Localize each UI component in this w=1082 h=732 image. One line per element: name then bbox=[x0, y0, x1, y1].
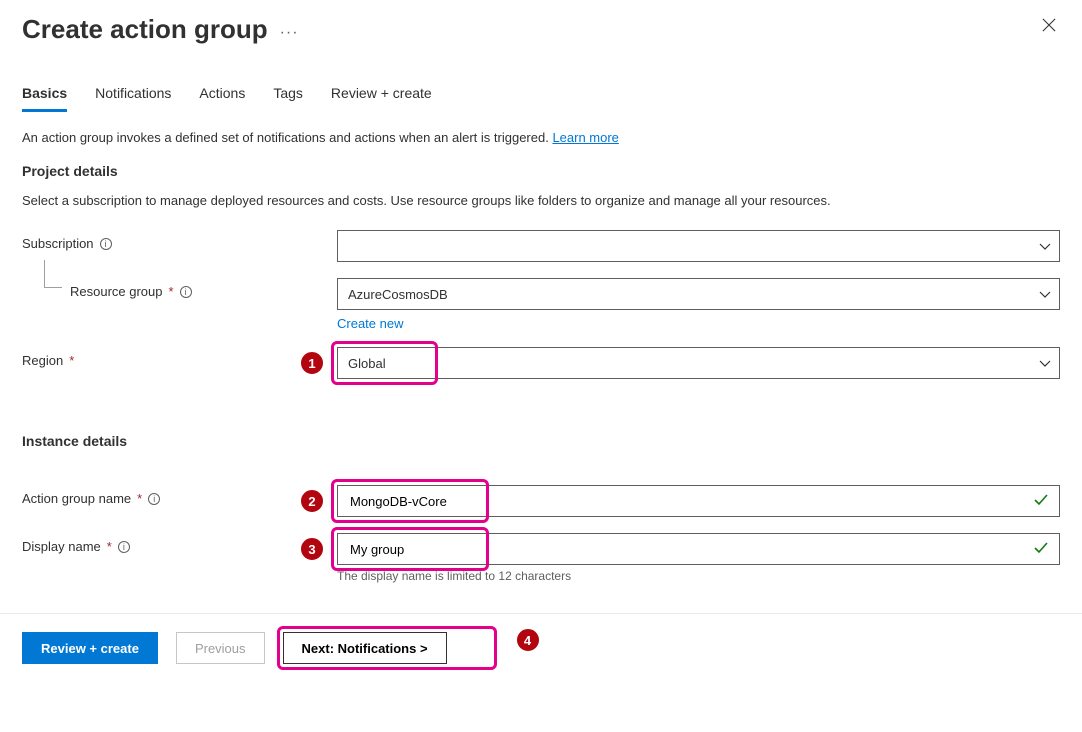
display-name-field[interactable] bbox=[348, 541, 1033, 558]
resource-group-dropdown[interactable]: AzureCosmosDB bbox=[337, 278, 1060, 310]
intro-body: An action group invokes a defined set of… bbox=[22, 130, 552, 145]
tab-tags[interactable]: Tags bbox=[273, 85, 303, 112]
required-mark: * bbox=[69, 353, 74, 368]
more-menu[interactable]: ··· bbox=[280, 18, 299, 42]
region-label: Region * bbox=[22, 347, 337, 368]
title-row: Create action group ··· bbox=[22, 14, 299, 45]
chevron-down-icon bbox=[1039, 289, 1049, 299]
next-button[interactable]: Next: Notifications > bbox=[283, 632, 447, 664]
tab-review-create[interactable]: Review + create bbox=[331, 85, 432, 112]
instance-details-heading: Instance details bbox=[22, 433, 1060, 449]
tab-actions[interactable]: Actions bbox=[199, 85, 245, 112]
info-icon[interactable]: i bbox=[180, 286, 192, 298]
row-subscription: Subscription i bbox=[22, 230, 1060, 262]
content-area: An action group invokes a defined set of… bbox=[0, 112, 1082, 583]
action-group-name-field[interactable] bbox=[348, 493, 1033, 510]
display-name-label: Display name * i bbox=[22, 533, 337, 554]
tab-bar: Basics Notifications Actions Tags Review… bbox=[0, 45, 1082, 112]
create-new-link[interactable]: Create new bbox=[337, 316, 403, 331]
region-dropdown[interactable]: Global bbox=[337, 347, 1060, 379]
check-icon bbox=[1033, 492, 1049, 511]
display-name-helper: The display name is limited to 12 charac… bbox=[337, 569, 1060, 583]
region-value: Global bbox=[348, 356, 386, 371]
intro-text: An action group invokes a defined set of… bbox=[22, 130, 1060, 145]
required-mark: * bbox=[137, 491, 142, 506]
action-group-name-label: Action group name * i bbox=[22, 485, 337, 506]
subscription-dropdown[interactable] bbox=[337, 230, 1060, 262]
tab-basics[interactable]: Basics bbox=[22, 85, 67, 112]
row-region: Region * Global 1 bbox=[22, 347, 1060, 379]
annotation-badge-4: 4 bbox=[515, 627, 541, 653]
page-title: Create action group bbox=[22, 14, 268, 45]
required-mark: * bbox=[169, 284, 174, 299]
required-mark: * bbox=[107, 539, 112, 554]
info-icon[interactable]: i bbox=[100, 238, 112, 250]
close-icon bbox=[1042, 18, 1056, 32]
info-icon[interactable]: i bbox=[148, 493, 160, 505]
row-display-name: Display name * i The display name is lim… bbox=[22, 533, 1060, 583]
review-create-button[interactable]: Review + create bbox=[22, 632, 158, 664]
tab-notifications[interactable]: Notifications bbox=[95, 85, 171, 112]
resource-group-label: Resource group * i bbox=[22, 278, 337, 299]
display-name-input[interactable] bbox=[337, 533, 1060, 565]
check-icon bbox=[1033, 540, 1049, 559]
project-details-heading: Project details bbox=[22, 163, 1060, 179]
footer-bar: Review + create Previous Next: Notificat… bbox=[0, 613, 1082, 682]
resource-group-value: AzureCosmosDB bbox=[348, 287, 448, 302]
tree-connector bbox=[44, 260, 62, 288]
chevron-down-icon bbox=[1039, 241, 1049, 251]
info-icon[interactable]: i bbox=[118, 541, 130, 553]
action-group-name-input[interactable] bbox=[337, 485, 1060, 517]
learn-more-link[interactable]: Learn more bbox=[552, 130, 618, 145]
project-details-desc: Select a subscription to manage deployed… bbox=[22, 193, 1060, 208]
previous-button: Previous bbox=[176, 632, 265, 664]
row-action-group-name: Action group name * i 2 bbox=[22, 485, 1060, 517]
chevron-down-icon bbox=[1039, 358, 1049, 368]
close-button[interactable] bbox=[1038, 14, 1060, 39]
page-header: Create action group ··· bbox=[0, 0, 1082, 45]
subscription-label: Subscription i bbox=[22, 230, 337, 251]
row-resource-group: Resource group * i AzureCosmosDB Create … bbox=[22, 278, 1060, 331]
